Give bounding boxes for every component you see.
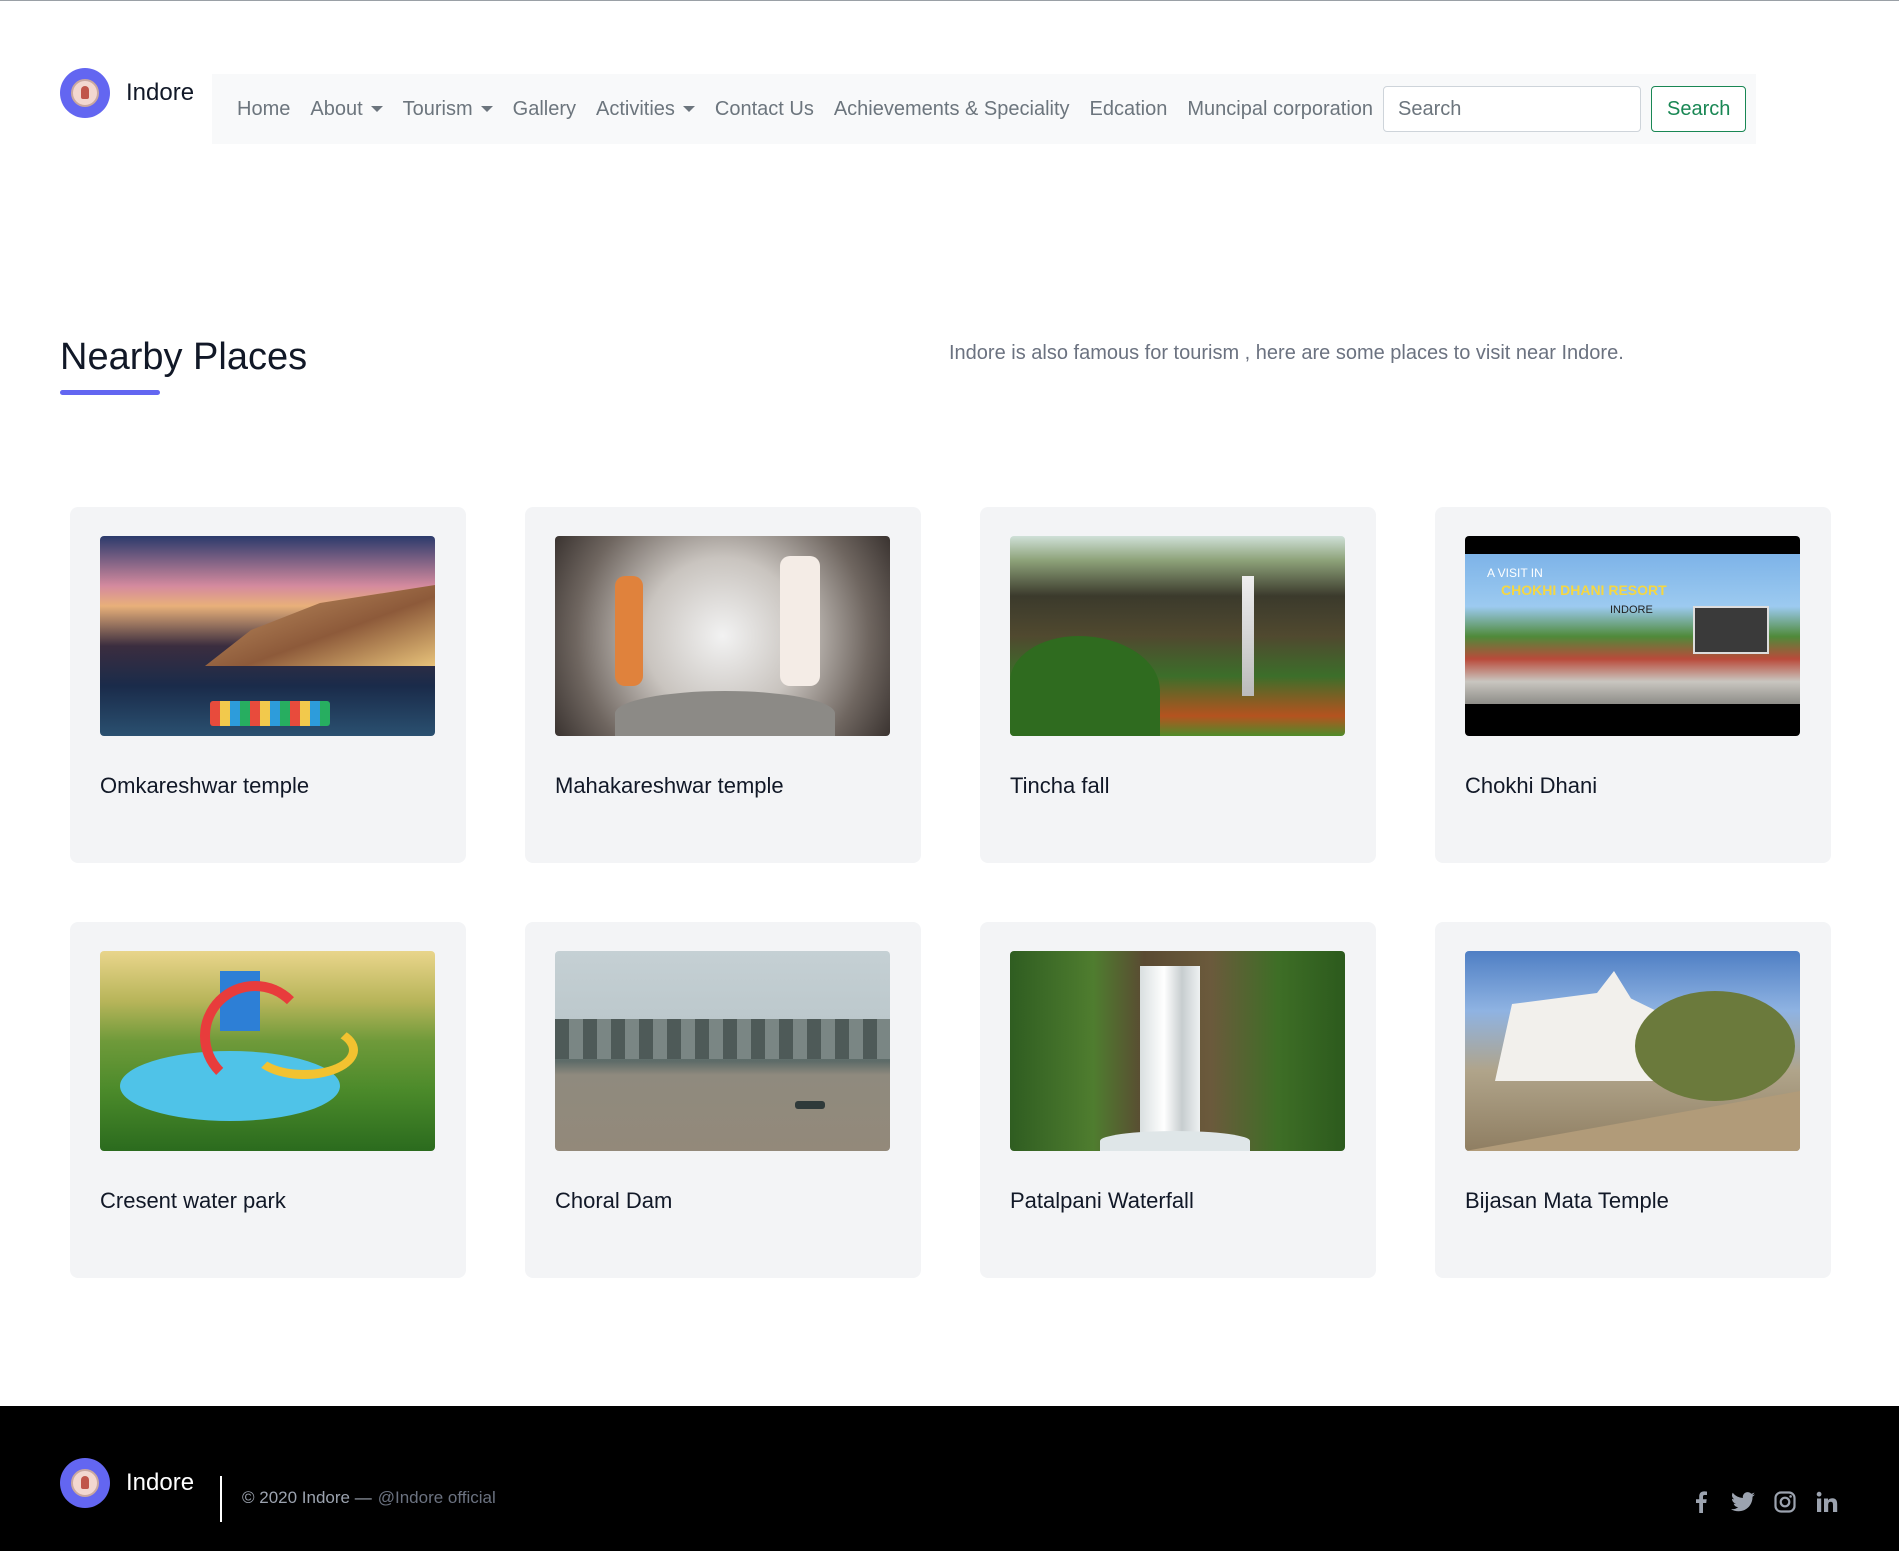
chevron-down-icon: [480, 106, 493, 112]
place-card[interactable]: Bijasan Mata Temple: [1435, 922, 1831, 1278]
place-card[interactable]: A VISIT IN CHOKHI DHANI RESORT INDORE Ch…: [1435, 507, 1831, 863]
place-card[interactable]: Mahakareshwar temple: [525, 507, 921, 863]
copyright: © 2020 Indore — @Indore official: [242, 1488, 496, 1508]
place-image: [1465, 951, 1800, 1151]
section-title: Nearby Places: [60, 336, 308, 378]
place-title: Mahakareshwar temple: [555, 773, 784, 798]
nav-gallery[interactable]: Gallery: [513, 98, 576, 121]
place-title: Chokhi Dhani: [1465, 773, 1598, 798]
footer-divider: [220, 1476, 222, 1522]
instagram-icon[interactable]: [1773, 1490, 1797, 1514]
place-card[interactable]: Omkareshwar temple: [70, 507, 466, 863]
nav-home[interactable]: Home: [237, 98, 290, 121]
search-button[interactable]: Search: [1651, 86, 1747, 132]
place-title: Omkareshwar temple: [100, 773, 310, 798]
place-card[interactable]: Patalpani Waterfall: [980, 922, 1376, 1278]
image-caption: INDORE: [1610, 604, 1653, 616]
brand-name: Indore: [126, 79, 195, 106]
social-handle-link[interactable]: @Indore official: [378, 1488, 496, 1507]
nav-achievements[interactable]: Achievements & Speciality: [834, 98, 1070, 121]
footer-brand-name: Indore: [126, 1469, 195, 1496]
place-image: [100, 951, 435, 1151]
copyright-text: © 2020 Indore —: [242, 1488, 372, 1507]
place-title: Choral Dam: [555, 1188, 673, 1213]
place-title: Tincha fall: [1010, 773, 1110, 798]
top-border: [0, 0, 1899, 1]
place-image: [100, 536, 435, 736]
navbar: Home About Tourism Gallery Activities Co…: [212, 74, 1756, 144]
nav-activities[interactable]: Activities: [596, 98, 695, 121]
place-title: Patalpani Waterfall: [1010, 1188, 1194, 1213]
place-card[interactable]: Cresent water park: [70, 922, 466, 1278]
facebook-icon[interactable]: [1689, 1490, 1713, 1514]
search-input[interactable]: [1383, 86, 1642, 132]
linkedin-icon[interactable]: [1815, 1490, 1839, 1514]
nav-municipal-corporation[interactable]: Muncipal corporation: [1187, 98, 1373, 121]
nav-contact-us[interactable]: Contact Us: [715, 98, 814, 121]
brand[interactable]: Indore: [60, 68, 194, 118]
nav-about[interactable]: About: [310, 98, 383, 121]
logo-icon: [60, 68, 110, 118]
place-title: Cresent water park: [100, 1188, 286, 1213]
place-card[interactable]: Tincha fall: [980, 507, 1376, 863]
footer: Indore © 2020 Indore — @Indore official: [0, 1406, 1899, 1551]
social-links: [1689, 1490, 1839, 1514]
nav-tourism[interactable]: Tourism: [403, 98, 493, 121]
footer-brand[interactable]: Indore: [60, 1458, 194, 1508]
twitter-icon[interactable]: [1731, 1490, 1755, 1514]
logo-icon: [60, 1458, 110, 1508]
chevron-down-icon: [682, 106, 695, 112]
title-underline: [60, 390, 160, 395]
section-description: Indore is also famous for tourism , here…: [949, 342, 1624, 364]
place-title: Bijasan Mata Temple: [1465, 1188, 1669, 1213]
image-caption: CHOKHI DHANI RESORT: [1501, 582, 1667, 598]
chevron-down-icon: [370, 106, 383, 112]
place-image: [1010, 951, 1345, 1151]
place-card[interactable]: Choral Dam: [525, 922, 921, 1278]
place-image: A VISIT IN CHOKHI DHANI RESORT INDORE: [1465, 536, 1800, 736]
image-caption: A VISIT IN: [1487, 566, 1543, 580]
place-image: [555, 536, 890, 736]
nav-education[interactable]: Edcation: [1090, 98, 1168, 121]
place-image: [555, 951, 890, 1151]
place-image: [1010, 536, 1345, 736]
